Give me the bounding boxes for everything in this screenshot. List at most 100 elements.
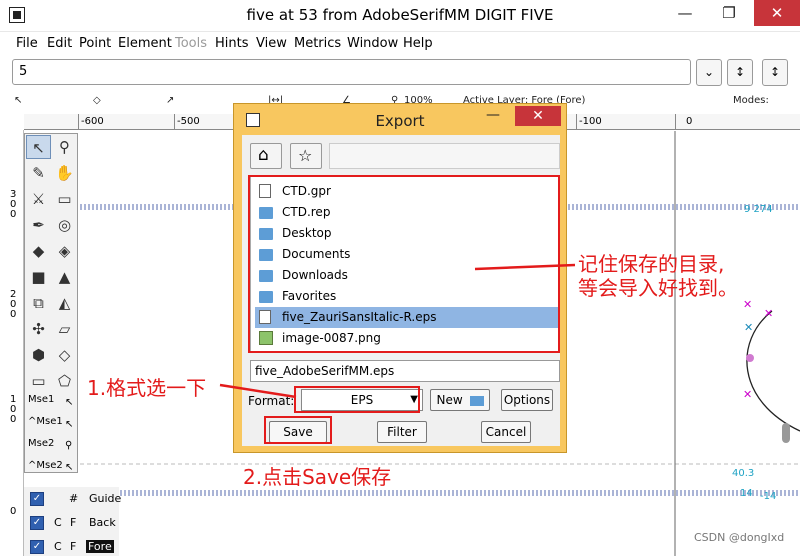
scroll-thumb: [782, 423, 790, 443]
glyph-dropdown-button[interactable]: ⌄: [696, 59, 722, 86]
pointer-icon: ↖: [65, 397, 74, 408]
glyph-text-input[interactable]: 5: [12, 59, 691, 85]
vruler-label: 2 0 0: [10, 289, 17, 320]
point-icon: ◇: [93, 95, 101, 106]
vector-icon: ↗: [166, 95, 175, 106]
pointer-icon: ↖: [65, 462, 74, 473]
ruler-tick: [78, 114, 79, 130]
layer-row-fore[interactable]: ✓ C F Fore: [24, 536, 119, 556]
watermark: CSDN @dongIxd: [694, 531, 785, 544]
pointer-icon: ↖: [14, 95, 23, 106]
ctrl-mse1-label: ^Mse1: [28, 416, 63, 427]
filter-button[interactable]: Filter: [377, 421, 427, 443]
pointer-icon: ↖: [65, 419, 74, 430]
dialog-close-button[interactable]: ✕: [515, 106, 561, 126]
menu-window[interactable]: Window: [347, 36, 398, 51]
curve-point-tool-icon[interactable]: ◆: [26, 239, 51, 263]
annotation-line: 等会导入好找到。: [578, 276, 738, 300]
folder-icon: [469, 395, 484, 406]
layer-name: Back: [89, 516, 116, 529]
layer-flag: C: [54, 516, 62, 529]
annotation-note-format: 1.格式选一下: [87, 376, 207, 400]
freehand-tool-icon[interactable]: ✎: [26, 161, 51, 185]
rotate-tool-icon[interactable]: ✣: [26, 317, 51, 341]
layer-name: Fore: [86, 540, 114, 553]
path-field[interactable]: [329, 143, 560, 169]
layer-visible-checkbox[interactable]: ✓: [30, 492, 44, 506]
bookmark-button[interactable]: ☆: [290, 143, 322, 169]
menu-hints[interactable]: Hints: [215, 36, 249, 51]
menu-tools[interactable]: Tools: [175, 36, 207, 51]
ruler-label: 0: [686, 116, 693, 127]
new-folder-button[interactable]: New: [430, 389, 490, 411]
layer-row-guide[interactable]: ✓ # Guide: [24, 488, 121, 510]
pointer-tool-icon[interactable]: ↖: [26, 135, 51, 159]
ruler-label: -100: [579, 116, 602, 127]
filename-field[interactable]: five_AdobeSerifMM.eps: [250, 360, 560, 382]
glyph-option-button-2[interactable]: ↕: [762, 59, 788, 86]
menu-metrics[interactable]: Metrics: [294, 36, 341, 51]
cancel-button[interactable]: Cancel: [481, 421, 531, 443]
new-label: New: [436, 393, 463, 407]
vruler-label: 3 0 0: [10, 189, 17, 220]
corner-point-tool-icon[interactable]: ■: [26, 265, 51, 289]
menu-edit[interactable]: Edit: [47, 36, 72, 51]
menu-point[interactable]: Point: [79, 36, 111, 51]
guide-label: -14: [760, 491, 777, 502]
hvcurve-point-tool-icon[interactable]: ◈: [52, 239, 77, 263]
annotation-note-directory: 记住保存的目录, 等会导入好找到。: [578, 252, 738, 300]
point-marker: ✕: [743, 388, 752, 401]
spiro-tool-icon[interactable]: ◎: [52, 213, 77, 237]
magnify-tool-icon[interactable]: ⚲: [52, 135, 77, 159]
skew-tool-icon[interactable]: ▱: [52, 317, 77, 341]
vertical-ruler: 3 0 0 2 0 0 1 0 0 0: [0, 130, 24, 556]
knife-tool-icon[interactable]: ⚔: [26, 187, 51, 211]
menu-bar: File Edit Point Element Tools Hints View…: [0, 34, 800, 54]
annotation-note-save: 2.点击Save保存: [243, 465, 392, 489]
flip-tool-icon[interactable]: ◭: [52, 291, 77, 315]
ruler-tick: [576, 114, 577, 130]
save-highlight: [264, 416, 332, 444]
annotation-line: 记住保存的目录,: [578, 252, 725, 276]
rectangle-tool-icon[interactable]: ▭: [26, 369, 51, 393]
tangent-point-tool-icon[interactable]: ▲: [52, 265, 77, 289]
layer-flag: F: [70, 516, 77, 529]
tool-palette: ↖ ⚲ ✎ ✋ ⚔ ▭ ✒ ◎ ◆ ◈ ■ ▲ ⧉ ◭ ✣ ▱ ⬢ ◇ ▭ ⬠ …: [24, 133, 78, 473]
point-marker: ✕: [764, 307, 773, 320]
layer-visible-checkbox[interactable]: ✓: [30, 540, 44, 554]
layer-row-back[interactable]: ✓ C F Back: [24, 512, 119, 534]
pen-tool-icon[interactable]: ✒: [26, 213, 51, 237]
polygon-tool-icon[interactable]: ⬠: [52, 369, 77, 393]
menu-file[interactable]: File: [16, 36, 38, 51]
3d-rotate-tool-icon[interactable]: ⬢: [26, 343, 51, 367]
glyph-option-button[interactable]: ↕: [727, 59, 753, 86]
guide-label: 14: [740, 488, 753, 499]
layers-panel: ✓ # Guide ✓ C F Back ✓ C F Fore: [24, 487, 121, 556]
restore-button[interactable]: ❐: [711, 0, 747, 26]
scroll-hand-tool-icon[interactable]: ✋: [52, 161, 77, 185]
mse2-label: Mse2: [28, 438, 55, 449]
menu-element[interactable]: Element: [118, 36, 172, 51]
vruler-label: 0: [10, 506, 17, 517]
format-highlight: [294, 386, 420, 413]
point-marker: ✕: [743, 298, 752, 311]
layer-visible-checkbox[interactable]: ✓: [30, 516, 44, 530]
scale-tool-icon[interactable]: ⧉: [26, 291, 51, 315]
file-list-highlight: [248, 175, 560, 353]
ruler-tick: [675, 114, 676, 130]
layer-flag: C: [54, 540, 62, 553]
minimize-button[interactable]: —: [667, 0, 703, 26]
point-marker: ✕: [744, 321, 753, 334]
home-button[interactable]: ⌂: [250, 143, 282, 169]
dialog-minimize-button[interactable]: —: [486, 107, 500, 123]
menu-view[interactable]: View: [256, 36, 287, 51]
ctrl-mse2-label: ^Mse2: [28, 460, 63, 471]
point-marker: [746, 354, 754, 362]
options-button[interactable]: Options: [501, 389, 553, 411]
layer-flag: #: [69, 492, 79, 505]
menu-help[interactable]: Help: [403, 36, 433, 51]
ruler-tool-icon[interactable]: ▭: [52, 187, 77, 211]
close-button[interactable]: ✕: [754, 0, 800, 26]
ruler-label: -500: [177, 116, 200, 127]
perspective-tool-icon[interactable]: ◇: [52, 343, 77, 367]
